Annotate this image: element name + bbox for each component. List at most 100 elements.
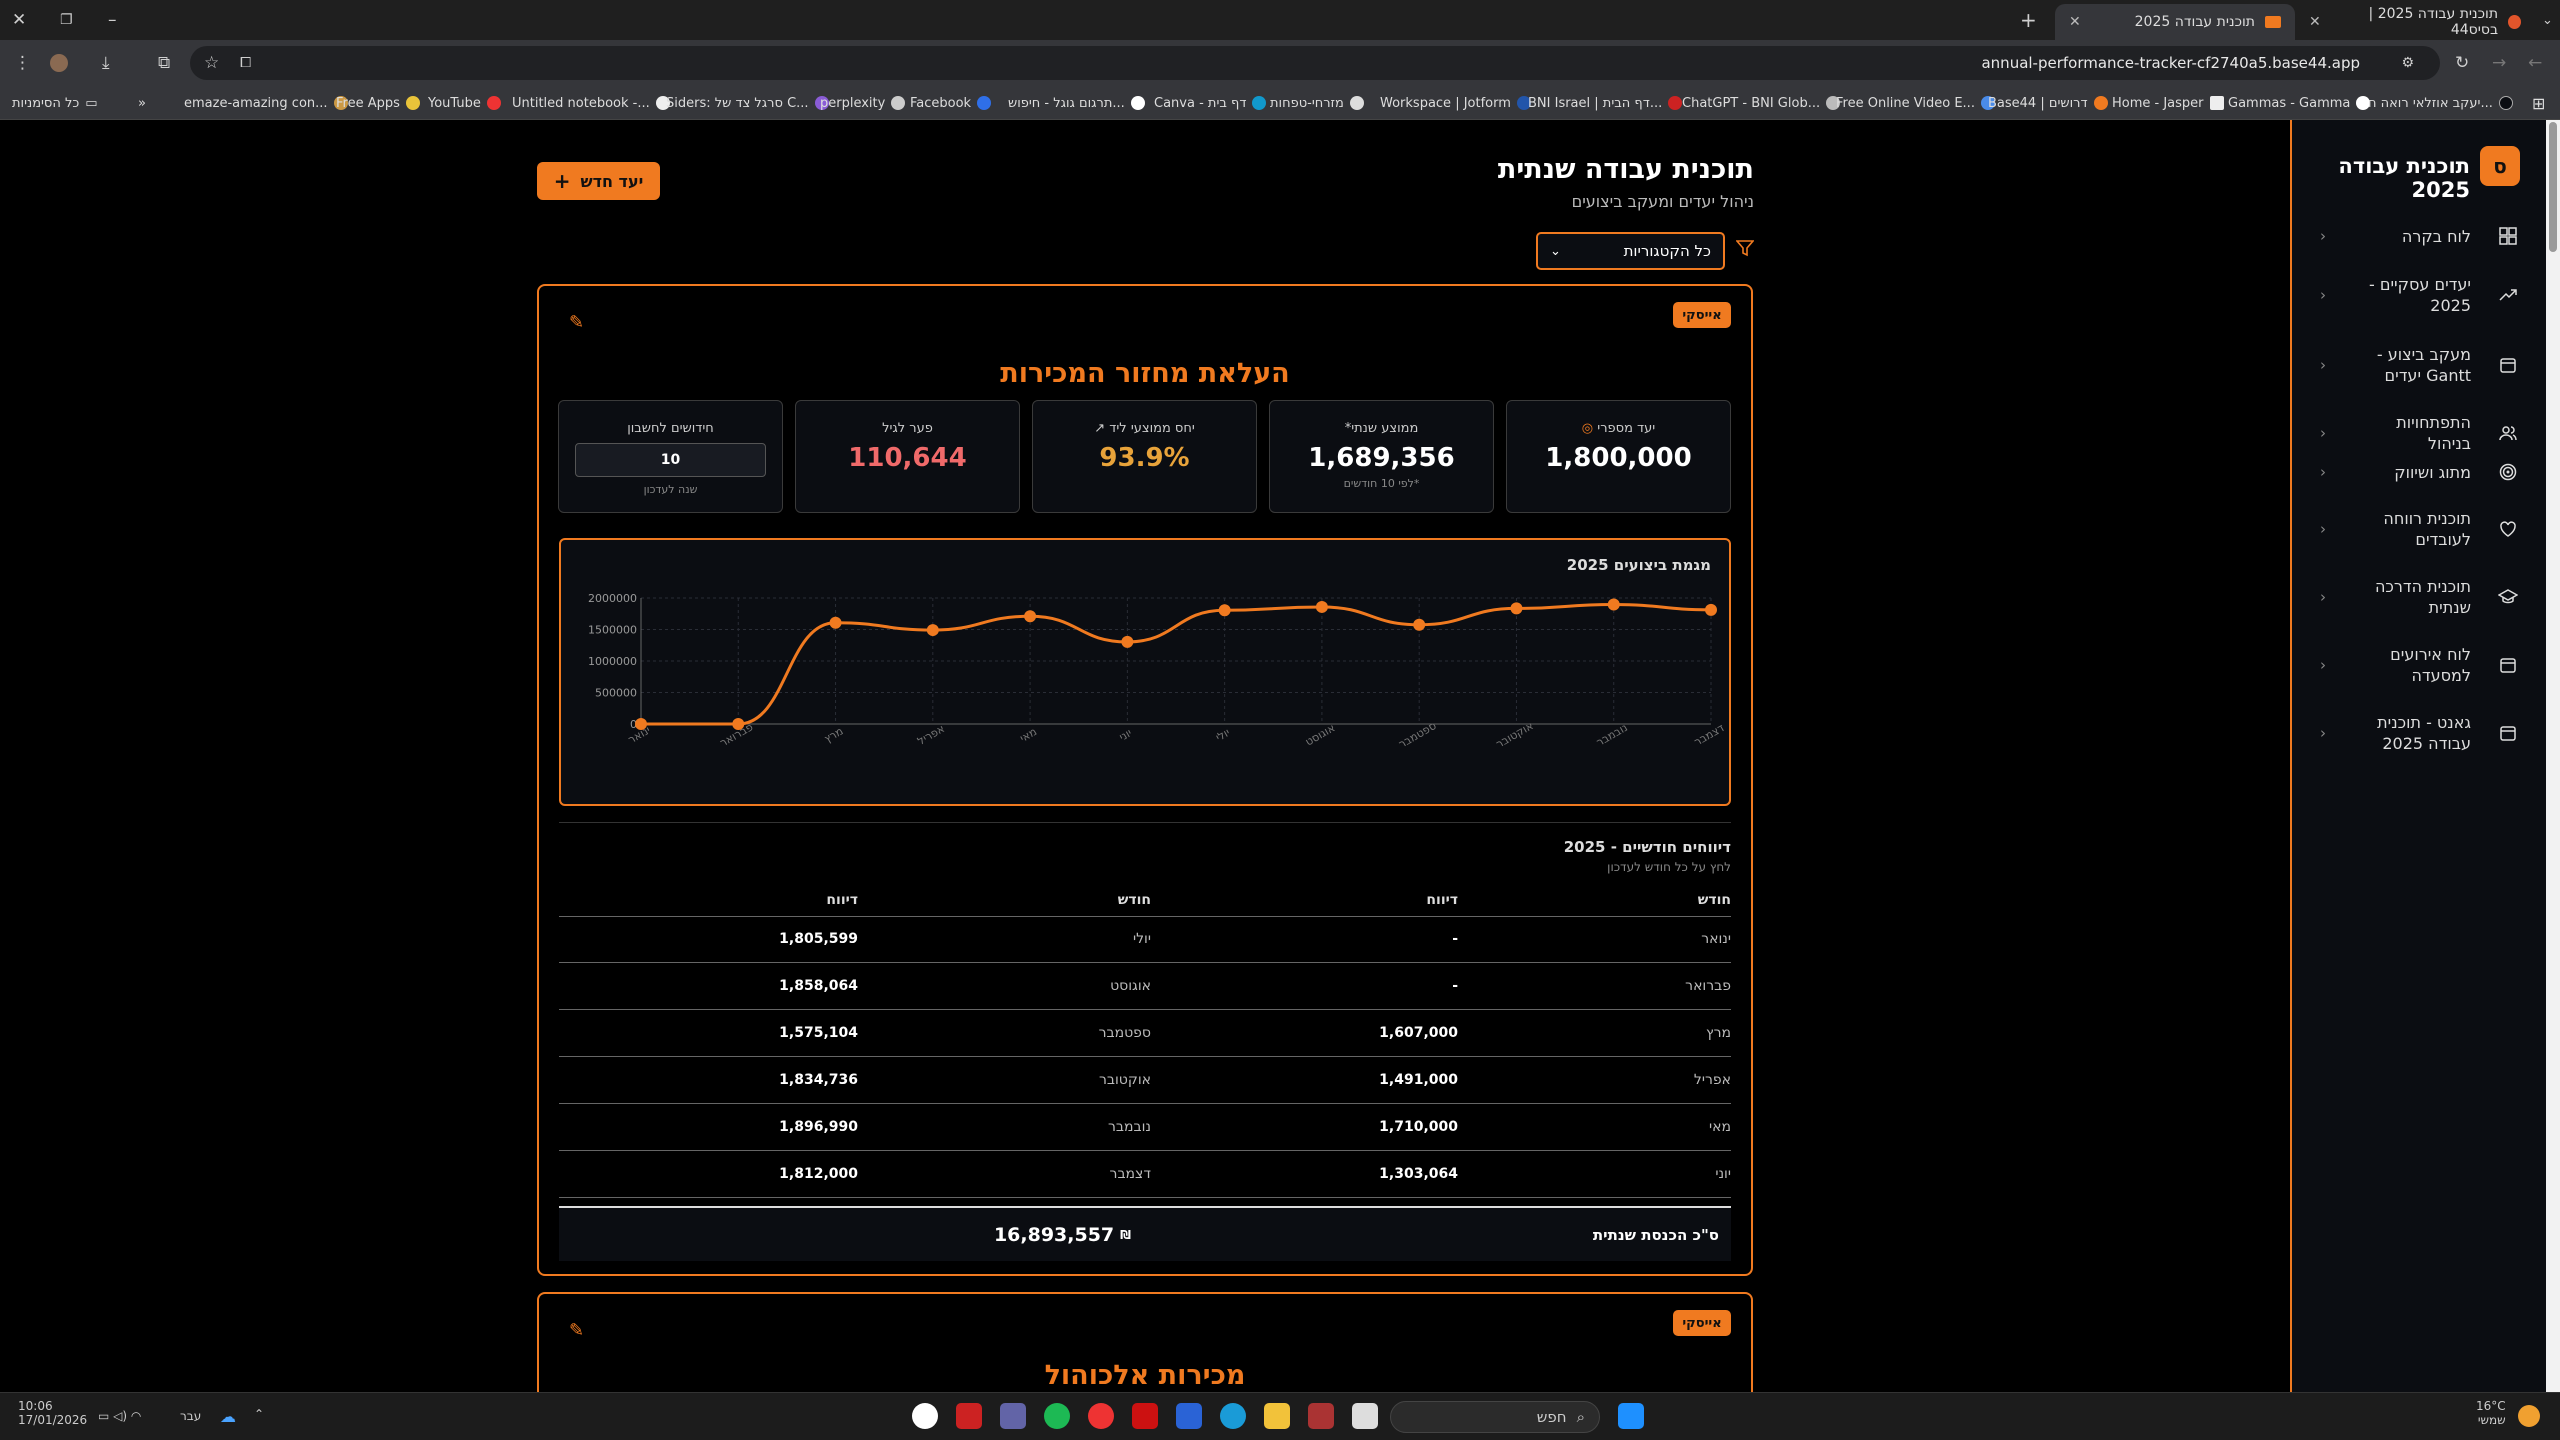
data-point (829, 616, 842, 629)
bookmark-item[interactable]: Gammas - Gamma (2228, 86, 2371, 120)
onedrive-icon[interactable]: ☁ (220, 1407, 236, 1426)
table-row[interactable]: מאי 1,710,000 נובמבר 1,896,990 (559, 1104, 1731, 1151)
chevron-left-icon: ‹ (2320, 286, 2326, 304)
acrobat-icon[interactable] (956, 1403, 982, 1429)
table-row[interactable]: יוני 1,303,064 דצמבר 1,812,000 (559, 1151, 1731, 1198)
tray-icons[interactable]: ▭ ◁) ◠ (98, 1409, 141, 1423)
chevron-up-icon[interactable]: ⌃ (254, 1407, 264, 1421)
table-row[interactable]: מרץ 1,607,000 ספטמבר 1,575,104 (559, 1010, 1731, 1057)
months-input[interactable]: 10 (575, 443, 766, 477)
store-icon[interactable] (1176, 1403, 1202, 1429)
bookmark-item[interactable]: Home - Jasper (2112, 86, 2224, 120)
profile-icon[interactable] (50, 40, 68, 86)
col-header-report: דיווח (1426, 892, 1458, 908)
scrollbar-thumb[interactable] (2549, 122, 2557, 252)
tab-active[interactable]: תוכנית עבודה 2025 ✕ (2055, 4, 2295, 40)
sidebar-item-dashboard[interactable]: לוח בקרה ‹ (2320, 224, 2520, 248)
month-cell: ינואר (1701, 931, 1731, 947)
back-icon[interactable]: ← (2528, 40, 2542, 86)
x-tick-label: יוני (1117, 726, 1134, 743)
reload-icon[interactable]: ↻ (2455, 40, 2469, 86)
browser-titlebar: ✕ ❐ – + תוכנית עבודה 2025 ✕ תוכנית עבודה… (0, 0, 2560, 40)
divider (559, 822, 1731, 823)
chevron-left-icon: ‹ (2320, 588, 2326, 606)
clock[interactable]: 10:06 17/01/2026 (18, 1399, 87, 1427)
bookmark-item[interactable]: perplexity (820, 86, 906, 120)
month-cell: מאי (1709, 1119, 1731, 1135)
bookmark-item[interactable]: Base44 | דרושים (1988, 86, 2108, 120)
close-tab-icon[interactable]: ✕ (2069, 14, 2081, 30)
new-goal-button[interactable]: יעד חדש + (537, 162, 660, 200)
chevron-left-icon: ‹ (2320, 656, 2326, 674)
install-app-icon[interactable]: ⧠ (240, 46, 251, 80)
menu-icon[interactable]: ⋮ (14, 40, 31, 86)
omnibox[interactable]: ☆ ⧠ annual-performance-tracker-cf2740a5.… (190, 46, 2440, 80)
bookmark-item[interactable]: מזרחי-טפחות (1270, 86, 1364, 120)
bookmark-item[interactable]: YouTube (428, 86, 501, 120)
tab-search-icon[interactable]: ⌄ (2542, 0, 2553, 40)
more-bookmarks[interactable]: » (138, 86, 146, 120)
bookmark-item[interactable]: Workspace | Jotform (1380, 86, 1531, 120)
chevron-down-icon: ⌄ (1550, 243, 1561, 259)
minimize-window-icon[interactable]: – (108, 0, 117, 40)
close-window-icon[interactable]: ✕ (12, 0, 26, 40)
bookmark-item[interactable]: Free Apps (336, 86, 420, 120)
data-point (1121, 635, 1134, 648)
sidebar-item-events[interactable]: לוח אירועים למסעדה ‹ (2320, 644, 2520, 686)
bookmark-item[interactable]: יעקב אוזלאי רואה ח... (2368, 86, 2513, 120)
app-icon[interactable] (1088, 1403, 1114, 1429)
restore-window-icon[interactable]: ❐ (60, 0, 73, 40)
teams-icon[interactable] (1000, 1403, 1026, 1429)
bookmark-item[interactable]: Facebook (910, 86, 992, 120)
new-tab-icon[interactable]: + (2020, 0, 2037, 40)
category-filter-select[interactable]: כל הקטגוריות ⌄ (1536, 232, 1725, 270)
sidebar-item-training[interactable]: תוכנית הדרכה שנתית ‹ (2320, 576, 2520, 618)
bookmark-item[interactable]: emaze-amazing con... (184, 86, 348, 120)
mcafee-icon[interactable] (1132, 1403, 1158, 1429)
address-bar: ⋮ ⤓ ⧉ ☆ ⧠ annual-performance-tracker-cf2… (0, 40, 2560, 86)
x-tick-label: יולי (1213, 726, 1232, 744)
taskbar-search[interactable]: חפש ⌕ (1390, 1401, 1600, 1433)
edit-icon[interactable]: ✎ (569, 312, 584, 333)
bookmark-item[interactable]: תרגום גוגל - חיפוש... (1008, 86, 1145, 120)
star-icon[interactable]: ☆ (204, 46, 219, 80)
chrome-icon[interactable] (912, 1403, 938, 1429)
sidebar-item-gantt-plan[interactable]: גאנט - תוכנית עבודה 2025 ‹ (2320, 712, 2520, 754)
bookmark-item[interactable]: BNI Israel | דף הבית... (1528, 86, 1683, 120)
bookmark-item[interactable]: Siders: סרגל צד של C... (666, 86, 829, 120)
goal-title: העלאת מחזור המכירות (1000, 358, 1290, 389)
table-row[interactable]: ינואר - יולי 1,805,599 (559, 916, 1731, 963)
bookmark-item[interactable]: ChatGPT - BNI Glob... (1682, 86, 1841, 120)
sidebar-item-gantt-tracking[interactable]: מעקב ביצוע - Gantt יעדים ‹ (2320, 344, 2520, 386)
bookmark-item[interactable]: Untitled notebook -... (512, 86, 670, 120)
language-indicator[interactable]: עבר (180, 1409, 201, 1423)
edit-icon[interactable]: ✎ (569, 1320, 584, 1341)
sidebar-item-business-goals[interactable]: יעדים עסקיים - 2025 ‹ (2320, 274, 2520, 316)
all-bookmarks[interactable]: כל הסימניות ▭ (12, 86, 98, 120)
file-explorer-icon[interactable] (1264, 1403, 1290, 1429)
extensions-icon[interactable]: ⧉ (158, 40, 170, 86)
spotify-icon[interactable] (1044, 1403, 1070, 1429)
goal-card: אייסקי ✎ העלאת מחזור המכירות יעד מספרי ◎… (537, 284, 1753, 1276)
edge-icon[interactable] (1220, 1403, 1246, 1429)
windows-start-icon[interactable] (1618, 1403, 1644, 1429)
sidebar-item-management[interactable]: התפתחויות בניהול ‹ (2320, 412, 2520, 454)
tab-inactive[interactable]: תוכנית עבודה 2025 | בסיס44 ✕ (2295, 4, 2535, 40)
access-icon[interactable] (1308, 1403, 1334, 1429)
site-settings-icon[interactable]: ⚙ (2401, 46, 2414, 80)
apps-grid-icon[interactable]: ⊞ (2532, 86, 2545, 120)
download-icon[interactable]: ⤓ (102, 40, 110, 86)
forward-icon[interactable]: → (2492, 40, 2506, 86)
y-tick-label: 1500000 (588, 624, 637, 637)
task-view-icon[interactable] (1352, 1403, 1378, 1429)
report-cell: - (1452, 978, 1458, 994)
scrollbar[interactable] (2546, 120, 2560, 1392)
table-row[interactable]: אפריל 1,491,000 אוקטובר 1,834,736 (559, 1057, 1731, 1104)
bookmark-item[interactable]: Canva - דף בית (1154, 86, 1267, 120)
weather-widget[interactable]: 16°C שמשי (2476, 1399, 2506, 1427)
bookmark-item[interactable]: Free Online Video E... (1836, 86, 1995, 120)
table-row[interactable]: פברואר - אוגוסט 1,858,064 (559, 963, 1731, 1010)
close-tab-icon[interactable]: ✕ (2309, 14, 2321, 30)
sidebar-item-welfare[interactable]: תוכנית רווחה לעובדים ‹ (2320, 508, 2520, 550)
sidebar-item-branding[interactable]: מתוג ושיווק ‹ (2320, 460, 2520, 484)
